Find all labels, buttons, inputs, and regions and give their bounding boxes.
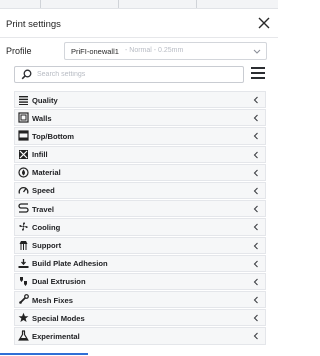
menu-line xyxy=(251,67,265,69)
category-label: Speed xyxy=(32,186,55,196)
category-speed[interactable]: Speed xyxy=(14,181,266,200)
menu-line xyxy=(251,77,265,79)
top-bottom-icon xyxy=(18,130,29,141)
dialog-title: Print settings xyxy=(6,19,61,30)
category-label: Support xyxy=(32,241,62,250)
chevron-left-icon xyxy=(253,278,258,286)
category-label: Experimental xyxy=(32,331,80,341)
search-box xyxy=(14,66,244,83)
walls-icon xyxy=(18,112,29,123)
category-mesh-fixes[interactable]: Mesh Fixes xyxy=(14,291,266,309)
category-label: Infill xyxy=(32,150,48,160)
category-build-plate-adhesion[interactable]: Build Plate Adhesion xyxy=(14,254,266,272)
menu-line xyxy=(251,72,265,74)
search-icon xyxy=(21,69,32,80)
category-label: Quality xyxy=(32,95,58,105)
profile-dropdown[interactable]: PriFI-onewall1 - Normal - 0.25mm xyxy=(64,42,267,60)
category-quality[interactable]: Quality xyxy=(14,91,266,109)
chevron-left-icon xyxy=(253,333,258,340)
category-label: Build Plate Adhesion xyxy=(32,259,108,269)
support-icon xyxy=(19,240,28,250)
search-row xyxy=(0,64,278,84)
category-travel[interactable]: Travel xyxy=(14,200,266,218)
category-dual-extrusion[interactable]: Dual Extrusion xyxy=(14,272,266,291)
dialog-header: Print settings xyxy=(0,9,278,39)
category-label: Mesh Fixes xyxy=(32,295,73,305)
profile-row: Profile PriFI-onewall1 - Normal - 0.25mm xyxy=(0,40,278,62)
category-label: Special Modes xyxy=(32,313,85,323)
chevron-left-icon xyxy=(253,169,258,177)
header-divider xyxy=(0,37,278,38)
infill-icon xyxy=(19,149,28,159)
chevron-left-icon xyxy=(253,296,258,304)
category-label: Top/Bottom xyxy=(32,131,75,141)
category-label: Walls xyxy=(32,113,52,123)
category-top-bottom[interactable]: Top/Bottom xyxy=(14,127,266,145)
strip-divider xyxy=(196,0,197,8)
profile-subtitle: - Normal - 0.25mm xyxy=(125,47,184,54)
category-support[interactable]: Support xyxy=(14,236,266,254)
category-experimental[interactable]: Experimental xyxy=(14,327,266,345)
chevron-left-icon xyxy=(253,132,258,140)
profile-name: PriFI-onewall1 xyxy=(71,47,119,56)
top-strip xyxy=(0,0,278,9)
search-input[interactable] xyxy=(37,68,237,81)
category-label: Travel xyxy=(32,204,54,214)
speed-icon xyxy=(18,186,29,194)
close-icon xyxy=(258,17,270,29)
settings-category-list: Quality Walls Top/Bottom Infill Material… xyxy=(14,91,266,346)
chevron-left-icon xyxy=(253,223,258,231)
category-walls[interactable]: Walls xyxy=(14,109,266,127)
chevron-left-icon xyxy=(253,187,258,195)
chevron-down-icon xyxy=(253,49,261,54)
chevron-left-icon xyxy=(253,242,258,249)
bottom-accent-line xyxy=(0,353,88,355)
build-plate-adhesion-icon xyxy=(18,258,29,268)
quality-icon xyxy=(19,96,28,105)
chevron-left-icon xyxy=(253,260,258,268)
strip-divider xyxy=(118,0,119,8)
experimental-icon xyxy=(18,330,29,342)
travel-icon xyxy=(18,203,29,213)
mesh-fixes-icon xyxy=(19,294,29,304)
settings-menu-icon[interactable] xyxy=(251,67,265,80)
category-label: Cooling xyxy=(32,222,61,232)
cooling-icon xyxy=(19,222,28,231)
category-label: Material xyxy=(32,168,61,178)
profile-label: Profile xyxy=(6,46,32,56)
category-cooling[interactable]: Cooling xyxy=(14,218,266,236)
chevron-left-icon xyxy=(253,151,258,158)
category-material[interactable]: Material xyxy=(14,163,266,181)
strip-divider xyxy=(40,0,41,8)
close-button[interactable] xyxy=(255,14,273,32)
category-special-modes[interactable]: Special Modes xyxy=(14,309,266,327)
chevron-left-icon xyxy=(253,314,258,322)
dual-extrusion-icon xyxy=(20,276,27,286)
special-modes-icon xyxy=(18,313,29,323)
chevron-left-icon xyxy=(253,205,258,213)
chevron-left-icon xyxy=(253,114,258,122)
category-label: Dual Extrusion xyxy=(32,277,86,287)
chevron-left-icon xyxy=(253,96,258,104)
category-infill[interactable]: Infill xyxy=(14,145,266,163)
material-icon xyxy=(18,167,29,178)
